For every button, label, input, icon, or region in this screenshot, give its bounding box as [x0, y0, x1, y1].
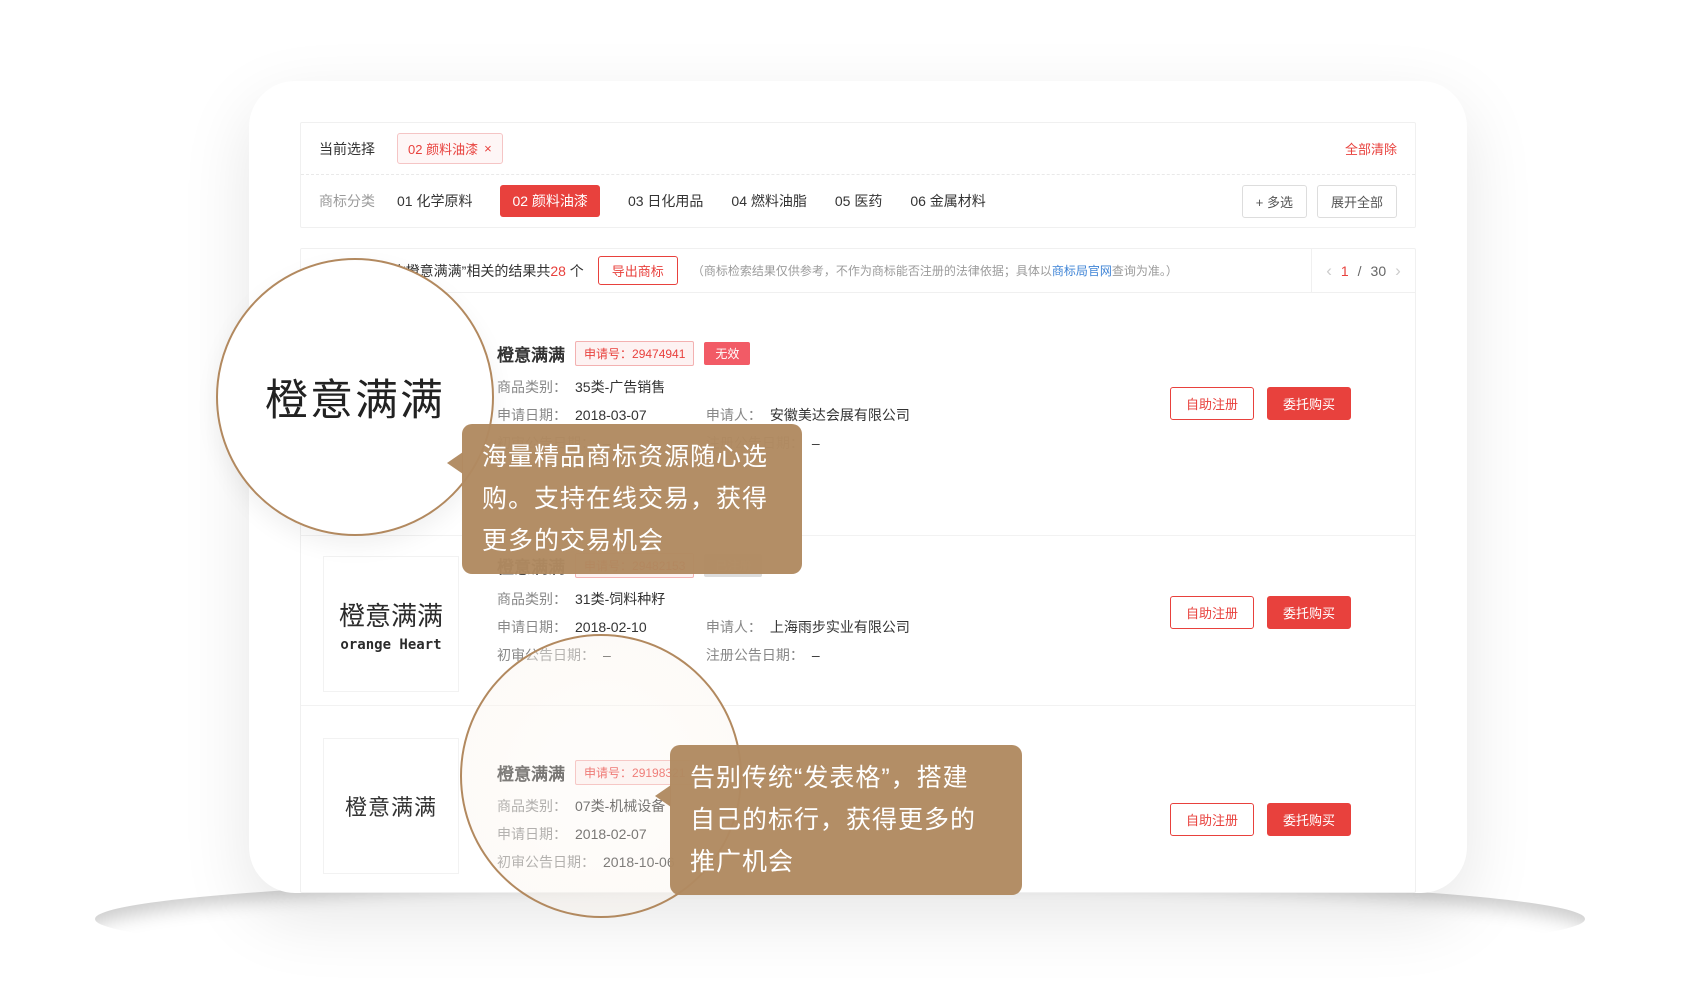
- clear-all-button[interactable]: 全部清除: [1345, 139, 1397, 158]
- category-item-03[interactable]: 03 日化用品: [628, 185, 703, 217]
- export-trademarks-button[interactable]: 导出商标: [598, 256, 678, 285]
- page-separator: /: [1358, 263, 1362, 279]
- category-item-05[interactable]: 05 医药: [835, 185, 882, 217]
- entrust-buy-button[interactable]: 委托购买: [1267, 803, 1351, 836]
- magnified-trademark-text: 橙意满满: [265, 366, 445, 428]
- category-item-04[interactable]: 04 燃料油脂: [731, 185, 806, 217]
- apply-date-value: 2018-03-07: [575, 407, 647, 423]
- reg-publish-value: –: [812, 647, 820, 663]
- current-selection-label: 当前选择: [319, 139, 375, 159]
- self-register-button[interactable]: 自助注册: [1170, 387, 1254, 420]
- apply-date-value: 2018-02-10: [575, 619, 647, 635]
- application-number-tag: 申请号：29474941: [575, 341, 694, 366]
- entrust-buy-button[interactable]: 委托购买: [1267, 596, 1351, 629]
- results-header: 已为您检索到“橙意满满”相关的结果共28 个 导出商标 （商标检索结果仅供参考，…: [301, 249, 1415, 293]
- selected-filter-tag-label: 02 颜料油漆: [408, 139, 478, 158]
- status-badge: 无效: [704, 342, 750, 365]
- tooltip-arrow-icon: [655, 785, 671, 807]
- prev-page-icon[interactable]: ‹: [1326, 262, 1332, 279]
- category-row: 商标分类 01 化学原料 02 颜料油漆 03 日化用品 04 燃料油脂 05 …: [301, 175, 1415, 227]
- reg-publish-value: –: [812, 435, 820, 451]
- trademark-name[interactable]: 橙意满满: [497, 341, 565, 366]
- next-page-icon[interactable]: ›: [1395, 262, 1401, 279]
- multi-select-button[interactable]: + 多选: [1242, 185, 1307, 218]
- promo-tooltip: 海量精品商标资源随心选 购。支持在线交易，获得 更多的交易机会: [462, 424, 802, 574]
- pagination: ‹ 1 / 30 ›: [1311, 249, 1415, 292]
- current-selection-row: 当前选择 02 颜料油漆 × 全部清除: [301, 123, 1415, 175]
- category-label: 商标分类: [319, 191, 375, 211]
- category-item-02-selected[interactable]: 02 颜料油漆: [500, 185, 599, 217]
- tooltip-arrow-icon: [447, 452, 463, 474]
- category-item-01[interactable]: 01 化学原料: [397, 185, 472, 217]
- trademark-image-subtext: orange Heart: [340, 637, 441, 653]
- magnifier-lens: 橙意满满: [216, 258, 494, 536]
- disclaimer-text: （商标检索结果仅供参考，不作为商标能否注册的法律依据；具体以商标局官网查询为准。…: [692, 262, 1311, 279]
- category-value: 31类-饲料种籽: [575, 591, 665, 607]
- current-page: 1: [1341, 263, 1349, 279]
- trademark-image[interactable]: 橙意满满: [323, 738, 459, 874]
- applicant-value: 安徽美达会展有限公司: [770, 407, 910, 423]
- remove-tag-icon[interactable]: ×: [484, 142, 492, 155]
- total-pages: 30: [1371, 263, 1387, 279]
- results-count: 28: [550, 263, 566, 279]
- self-register-button[interactable]: 自助注册: [1170, 596, 1254, 629]
- expand-all-button[interactable]: 展开全部: [1317, 185, 1397, 218]
- self-register-button[interactable]: 自助注册: [1170, 803, 1254, 836]
- applicant-value: 上海雨步实业有限公司: [770, 619, 910, 635]
- trademark-image[interactable]: 橙意满满 orange Heart: [323, 556, 459, 692]
- category-value: 35类-广告销售: [575, 379, 665, 395]
- filter-panel: 当前选择 02 颜料油漆 × 全部清除 商标分类 01 化学原料 02 颜料油漆…: [300, 122, 1416, 228]
- selected-filter-tag[interactable]: 02 颜料油漆 ×: [397, 133, 503, 164]
- promo-tooltip: 告别传统“发表格”，搭建 自己的标行，获得更多的 推广机会: [670, 745, 1022, 895]
- trademark-office-link[interactable]: 商标局官网: [1052, 264, 1112, 278]
- entrust-buy-button[interactable]: 委托购买: [1267, 387, 1351, 420]
- category-item-06[interactable]: 06 金属材料: [910, 185, 985, 217]
